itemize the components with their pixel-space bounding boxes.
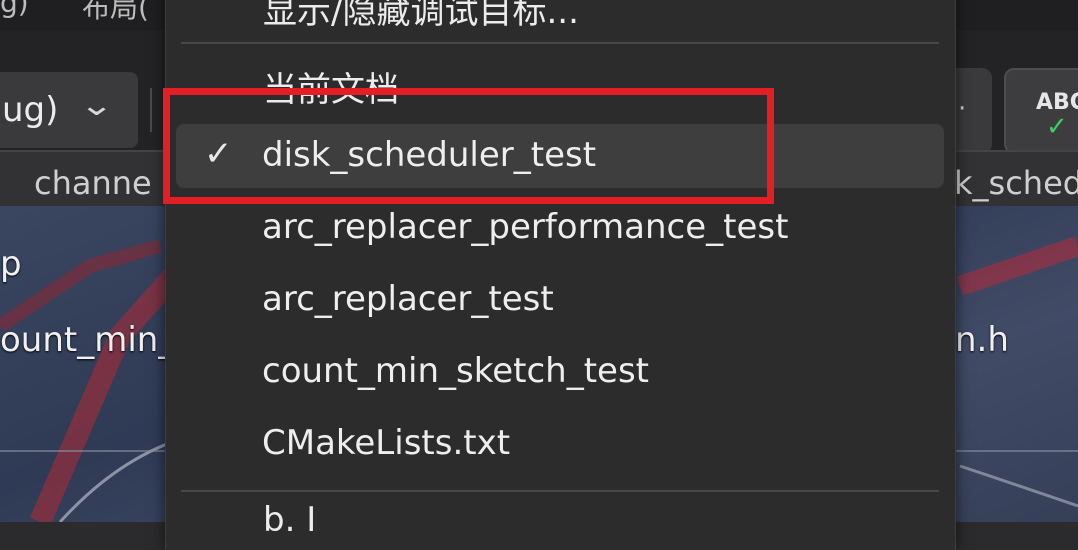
explorer-item[interactable]: n.h	[955, 320, 1009, 360]
menu-separator	[181, 42, 939, 44]
explorer-item[interactable]: p	[0, 244, 22, 284]
debug-target-menu: 显示/隐藏调试目标... 当前文档 ✓ disk_scheduler_test …	[165, 0, 956, 550]
menu-separator	[181, 490, 939, 492]
menu-item-label: arc_replacer_performance_test	[262, 207, 789, 247]
toolbar-separator	[150, 88, 152, 132]
check-icon: ✓	[1046, 112, 1068, 142]
menu-item-label: arc_replacer_test	[262, 279, 554, 319]
highlight-box	[163, 88, 774, 204]
configuration-combo-text: ug)	[2, 90, 59, 130]
menu-item-arc-replacer-performance-test[interactable]: arc_replacer_performance_test	[176, 196, 944, 260]
menu-item-partial[interactable]: b. I	[263, 500, 316, 540]
chevron-down-icon: ⌄	[78, 88, 115, 123]
menu-item-label: CMakeLists.txt	[262, 423, 511, 463]
explorer-item[interactable]: ount_min_	[0, 320, 175, 360]
menu-item-show-hide-targets[interactable]: 显示/隐藏调试目标...	[263, 0, 579, 33]
dot-icon: ·	[958, 94, 967, 124]
spell-check-button[interactable]: ABC ✓	[1004, 68, 1078, 154]
menu-item-label: count_min_sketch_test	[262, 351, 650, 391]
tab-right[interactable]: k_sched	[954, 164, 1078, 202]
menu-item-cmakelists[interactable]: CMakeLists.txt	[176, 412, 944, 476]
menu-item-arc-replacer-test[interactable]: arc_replacer_test	[176, 268, 944, 332]
configuration-combo[interactable]: ug) ⌄	[0, 72, 138, 148]
menu-fragment-layout[interactable]: 布局(	[82, 0, 149, 26]
menu-item-count-min-sketch-test[interactable]: count_min_sketch_test	[176, 340, 944, 404]
menu-fragment-left[interactable]: g)	[0, 0, 29, 19]
tab-left[interactable]: channe	[34, 164, 152, 202]
toolbar-overflow-button[interactable]: ·	[954, 68, 992, 154]
